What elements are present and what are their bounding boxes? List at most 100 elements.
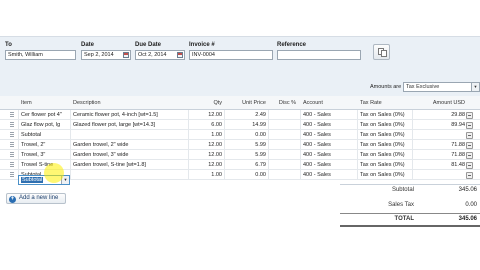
item-dropdown-text[interactable]: Subtotal <box>21 177 44 183</box>
total-value: 345.06 <box>458 216 477 222</box>
cell-description[interactable]: Garden trowel, 3" wide <box>73 152 186 158</box>
header-item: Item <box>21 100 32 106</box>
drag-handle-icon[interactable] <box>10 162 14 168</box>
total-divider-bottom <box>340 225 480 227</box>
cell-amount[interactable]: 89.94 <box>410 122 465 128</box>
drag-handle-icon[interactable] <box>10 142 14 148</box>
due-date-field[interactable]: Oct 2, 2014 <box>135 50 185 60</box>
copy-button[interactable] <box>373 44 390 60</box>
cell-amount[interactable]: 81.48 <box>410 162 465 168</box>
date-field[interactable]: Sep 2, 2014 <box>81 50 131 60</box>
cell-item[interactable]: Trowel, 2" <box>21 142 69 148</box>
delete-row-icon[interactable] <box>466 151 473 159</box>
reference-label: Reference <box>277 42 307 48</box>
cell-amount[interactable]: 29.88 <box>410 112 465 118</box>
cell-account[interactable]: 400 - Sales <box>303 152 355 158</box>
total-label: TOTAL <box>394 216 414 222</box>
invoice-number-field[interactable]: INV-0004 <box>189 50 273 60</box>
sales-tax-label: Sales Tax <box>388 202 414 208</box>
to-label: To <box>5 42 12 48</box>
cell-description[interactable]: Ceramic flower pot, 4-inch [wt=1.5] <box>73 112 186 118</box>
amounts-are-label: Amounts are <box>370 84 402 90</box>
cell-account[interactable]: 400 - Sales <box>303 132 355 138</box>
header-unit-price: Unit Price <box>242 100 266 106</box>
drag-handle-icon[interactable] <box>10 112 14 118</box>
invoice-number-label: Invoice # <box>189 42 215 48</box>
top-bar <box>0 0 480 36</box>
cell-tax-rate[interactable]: Tax on Sales (0%) <box>360 162 410 168</box>
cell-item[interactable]: Cer flower pot 4" <box>21 112 69 118</box>
calendar-icon[interactable] <box>123 52 129 58</box>
cell-account[interactable]: 400 - Sales <box>303 172 355 178</box>
line-items-table: Item Description Qty Unit Price Disc % A… <box>0 96 480 270</box>
cell-unit-price[interactable]: 2.49 <box>226 112 266 118</box>
cell-account[interactable]: 400 - Sales <box>303 112 355 118</box>
table-row[interactable]: Trowel, 2" Garden trowel, 2" wide 12.00 5.9… <box>0 140 480 150</box>
table-row[interactable]: Glaz flow pot, lg Glazed flower pot, larg… <box>0 120 480 130</box>
cell-description[interactable]: Garden trowel, S-tine [wt=1.8] <box>73 162 186 168</box>
cell-tax-rate[interactable]: Tax on Sales (0%) <box>360 132 410 138</box>
cell-qty[interactable]: 12.00 <box>190 152 222 158</box>
calendar-icon[interactable] <box>177 52 183 58</box>
cell-account[interactable]: 400 - Sales <box>303 162 355 168</box>
totals-divider <box>340 184 480 185</box>
table-row[interactable]: Subtotal 1.00 0.00 400 - Sales Tax on Sales … <box>0 170 480 180</box>
drag-handle-icon[interactable] <box>10 152 14 158</box>
delete-row-icon[interactable] <box>466 111 473 119</box>
cell-description[interactable]: Garden trowel, 2" wide <box>73 142 186 148</box>
delete-row-icon[interactable] <box>466 161 473 169</box>
drag-handle-icon[interactable] <box>10 132 14 138</box>
to-field[interactable]: Smith, William <box>5 50 76 60</box>
cell-tax-rate[interactable]: Tax on Sales (0%) <box>360 142 410 148</box>
reference-field[interactable] <box>277 50 361 60</box>
cell-tax-rate[interactable]: Tax on Sales (0%) <box>360 112 410 118</box>
cell-unit-price[interactable]: 5.99 <box>226 152 266 158</box>
cell-qty[interactable]: 1.00 <box>190 132 222 138</box>
cell-tax-rate[interactable]: Tax on Sales (0%) <box>360 152 410 158</box>
cell-qty[interactable]: 12.00 <box>190 112 222 118</box>
cell-description[interactable]: Glazed flower pot, large [wt=14.3] <box>73 122 186 128</box>
cell-amount[interactable]: 71.88 <box>410 152 465 158</box>
cell-item[interactable]: Subtotal <box>21 132 69 138</box>
drag-handle-icon[interactable] <box>10 172 14 178</box>
cell-tax-rate[interactable]: Tax on Sales (0%) <box>360 172 410 178</box>
header-tax-rate: Tax Rate <box>360 100 382 106</box>
header-amount: Amount USD <box>432 100 465 106</box>
delete-row-icon[interactable] <box>466 171 473 179</box>
cell-unit-price[interactable]: 0.00 <box>226 132 266 138</box>
add-new-line-button[interactable]: + Add a new line <box>6 193 66 204</box>
cell-qty[interactable]: 12.00 <box>190 142 222 148</box>
due-date-label: Due Date <box>135 42 162 48</box>
table-row[interactable]: Trowel, 3" Garden trowel, 3" wide 12.00 5.9… <box>0 150 480 160</box>
cell-account[interactable]: 400 - Sales <box>303 142 355 148</box>
amounts-are-select[interactable]: Tax Exclusive ▼ <box>403 82 480 92</box>
subtotal-label: Subtotal <box>391 187 414 193</box>
delete-row-icon[interactable] <box>466 141 473 149</box>
header-description: Description <box>73 100 101 106</box>
sales-tax-value: 0.00 <box>465 202 477 208</box>
cell-tax-rate[interactable]: Tax on Sales (0%) <box>360 122 410 128</box>
table-row[interactable]: Subtotal 1.00 0.00 400 - Sales Tax on Sales … <box>0 130 480 140</box>
date-value: Sep 2, 2014 <box>84 52 114 58</box>
cell-unit-price[interactable]: 14.99 <box>226 122 266 128</box>
cell-account[interactable]: 400 - Sales <box>303 122 355 128</box>
cell-qty[interactable]: 12.00 <box>190 162 222 168</box>
cell-unit-price[interactable]: 5.99 <box>226 142 266 148</box>
cell-unit-price[interactable]: 0.00 <box>226 172 266 178</box>
cell-item[interactable]: Trowel, 3" <box>21 152 69 158</box>
table-row[interactable]: Trowel S-tine Garden trowel, S-tine [wt=1… <box>0 160 480 170</box>
plus-icon: + <box>9 195 16 203</box>
cell-item[interactable]: Glaz flow pot, lg <box>21 122 69 128</box>
delete-row-icon[interactable] <box>466 131 473 139</box>
chevron-down-icon[interactable]: ▼ <box>471 83 479 91</box>
delete-row-icon[interactable] <box>466 121 473 129</box>
cell-qty[interactable]: 6.00 <box>190 122 222 128</box>
header-disc: Disc % <box>278 100 296 106</box>
cell-amount[interactable]: 71.88 <box>410 142 465 148</box>
table-row[interactable]: Cer flower pot 4" Ceramic flower pot, 4-i… <box>0 110 480 120</box>
drag-handle-icon[interactable] <box>10 122 14 128</box>
amounts-are-value: Tax Exclusive <box>406 84 440 90</box>
table-header: Item Description Qty Unit Price Disc % A… <box>0 96 480 110</box>
cell-qty[interactable]: 1.00 <box>190 172 222 178</box>
cell-unit-price[interactable]: 6.79 <box>226 162 266 168</box>
